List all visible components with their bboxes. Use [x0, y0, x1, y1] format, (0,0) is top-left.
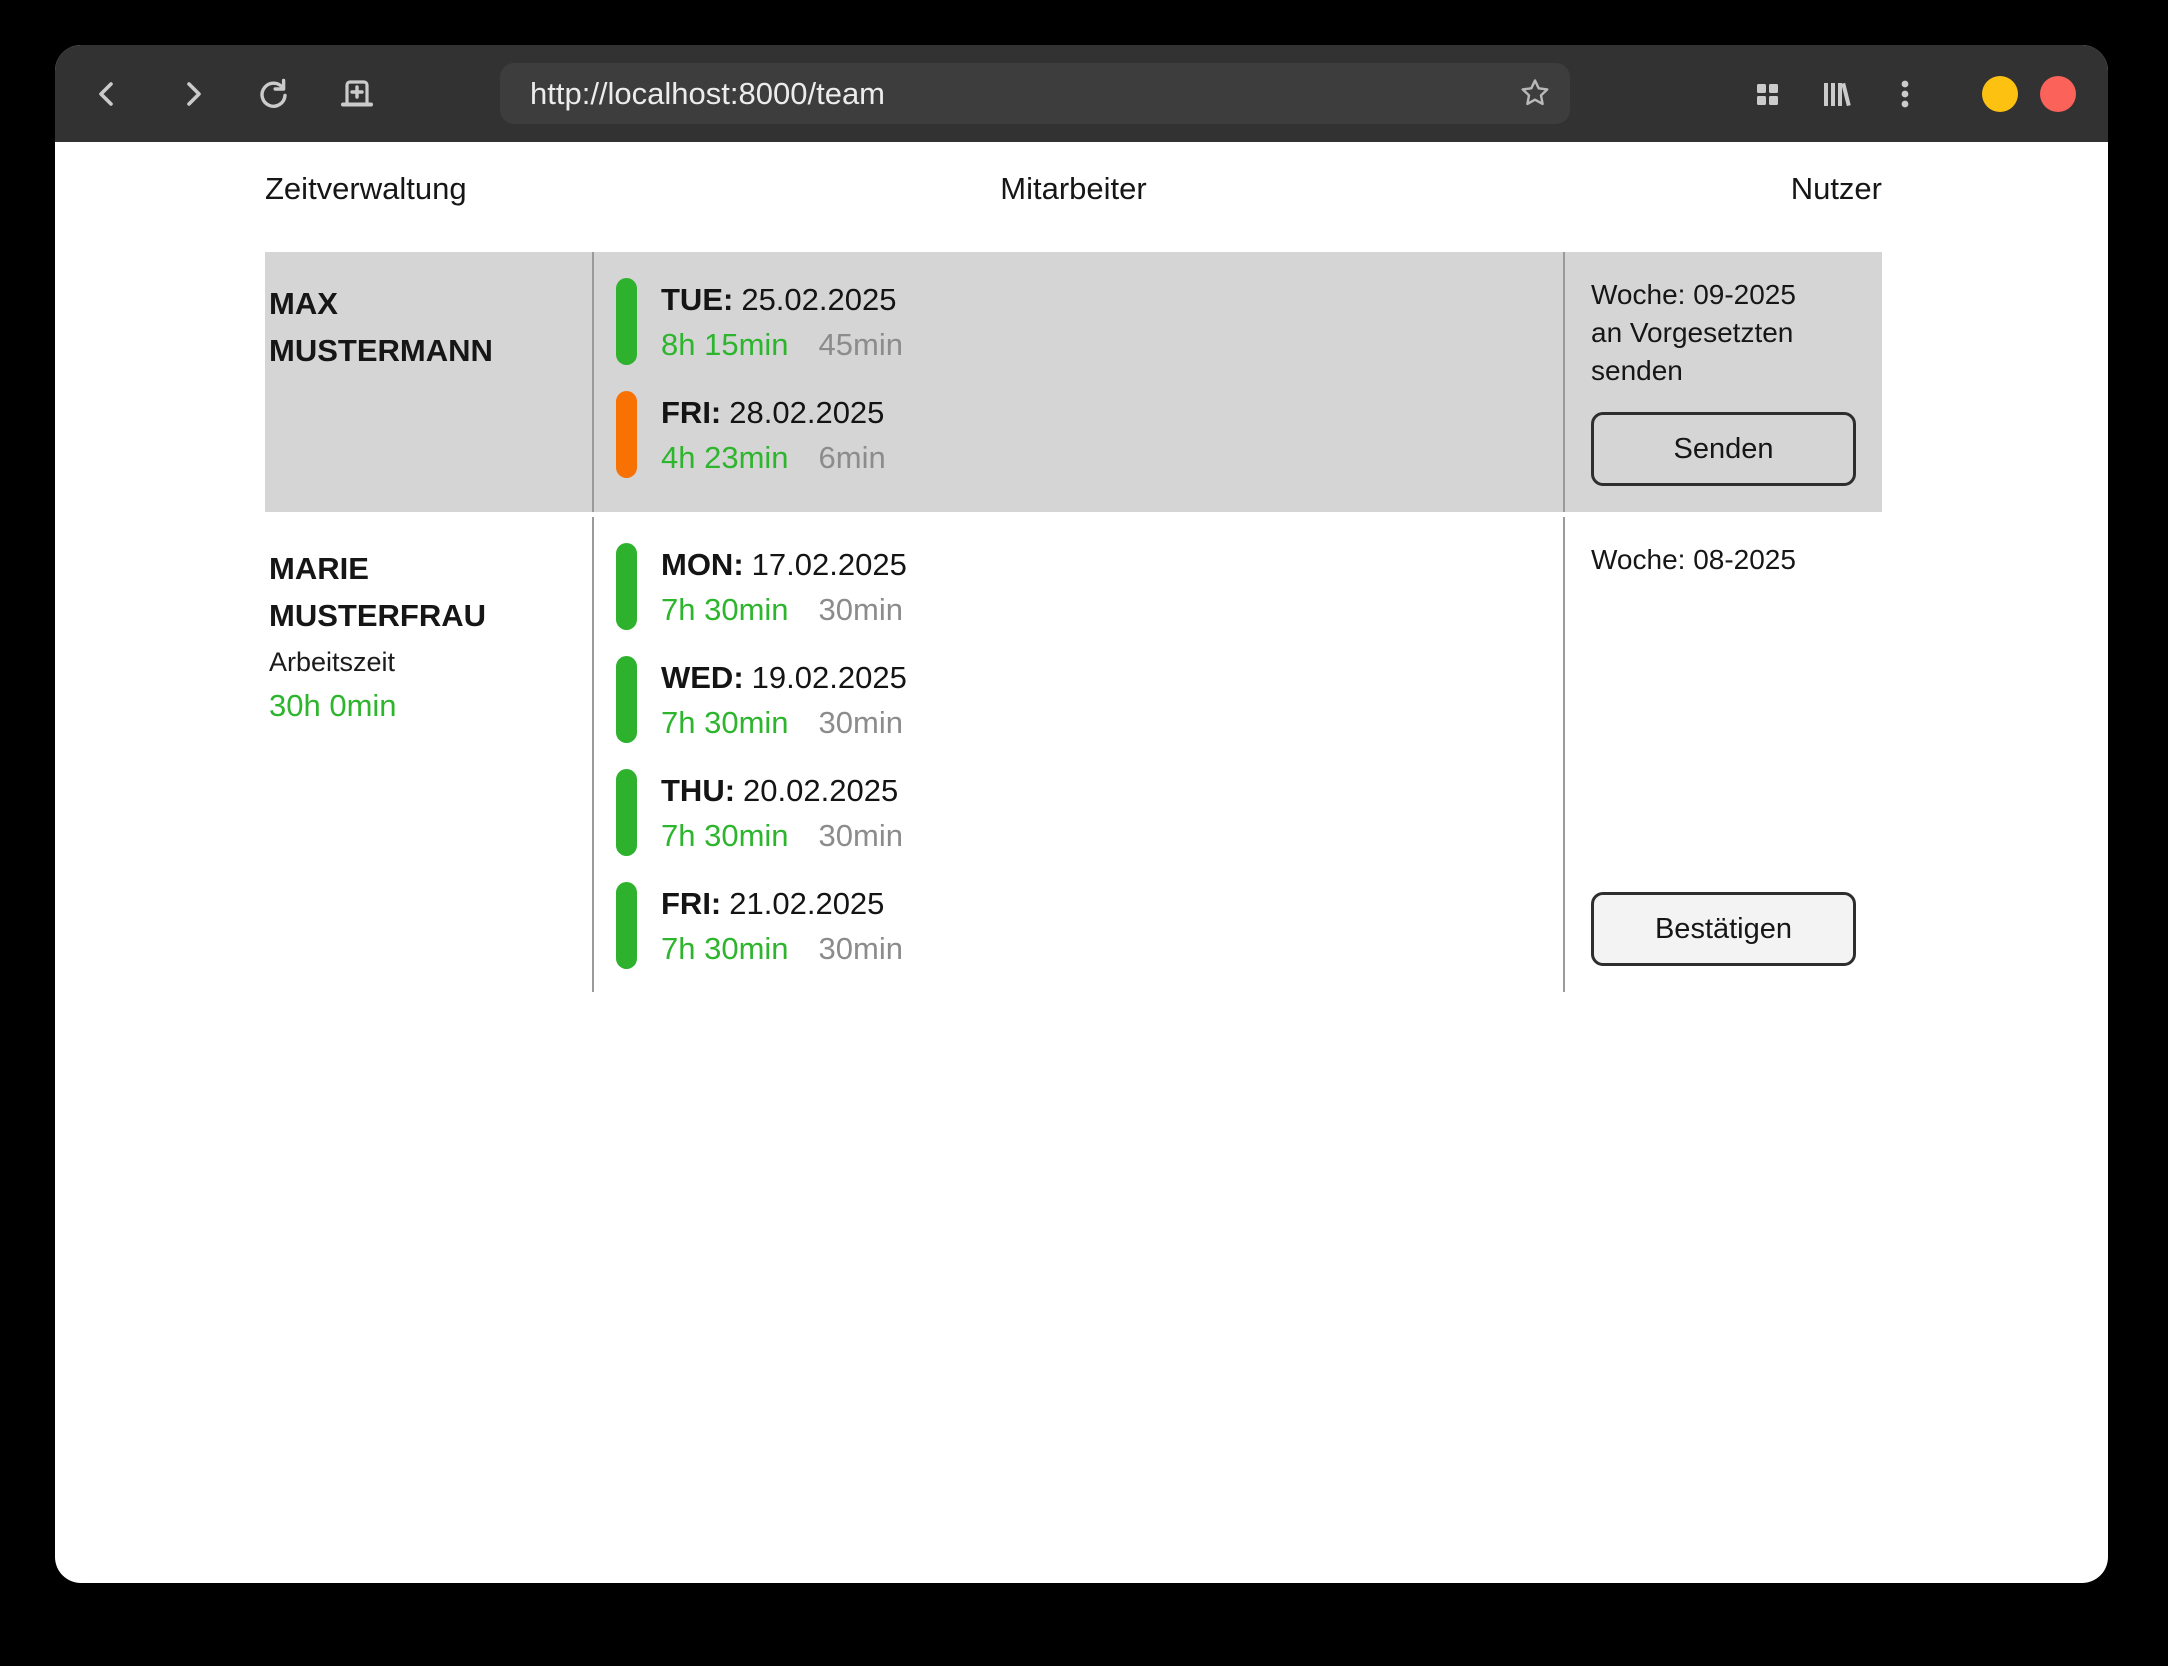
time-entries-cell: MON:17.02.2025 7h 30min 30min WED:19.02.2…: [592, 517, 1565, 992]
status-bar: [616, 882, 637, 969]
entry-worked-time: 7h 30min: [661, 592, 789, 627]
time-entry: THU:20.02.2025 7h 30min 30min: [616, 769, 1553, 856]
worktime-value: 30h 0min: [269, 688, 568, 724]
employee-name: MARIE MUSTERFRAU: [269, 545, 568, 639]
address-bar[interactable]: http://localhost:8000/team: [500, 63, 1570, 124]
entry-date: 28.02.2025: [729, 395, 884, 430]
status-bar: [616, 391, 637, 478]
entry-worked-time: 7h 30min: [661, 705, 789, 740]
new-tab-icon: [339, 76, 375, 112]
page-content: Zeitverwaltung Mitarbeiter Nutzer MAX MU…: [55, 142, 2108, 992]
entry-pause-time: 30min: [819, 705, 903, 740]
entry-date: 21.02.2025: [729, 886, 884, 921]
entry-date: 20.02.2025: [743, 773, 898, 808]
entry-worked-time: 7h 30min: [661, 818, 789, 853]
page-header: Zeitverwaltung Mitarbeiter Nutzer: [265, 170, 1882, 207]
entry-pause-time: 6min: [819, 440, 886, 475]
senden-button[interactable]: Senden: [1591, 412, 1856, 486]
entry-day: FRI:: [661, 395, 721, 430]
entry-date: 19.02.2025: [752, 660, 907, 695]
employee-name-cell: MAX MUSTERMANN: [265, 252, 592, 512]
entry-pause-time: 30min: [819, 931, 903, 966]
week-action-cell: Woche: 08-2025 Bestätigen: [1565, 517, 1882, 992]
tab-overview-button[interactable]: [1747, 74, 1787, 114]
entry-day: TUE:: [661, 282, 733, 317]
time-entry: MON:17.02.2025 7h 30min 30min: [616, 543, 1553, 630]
status-bar: [616, 769, 637, 856]
time-entry: TUE:25.02.2025 8h 15min 45min: [616, 278, 1553, 365]
window-close-button[interactable]: [2040, 76, 2076, 112]
employee-name: MAX MUSTERMANN: [269, 280, 568, 374]
entry-pause-time: 45min: [819, 327, 903, 362]
employee-name-cell: MARIE MUSTERFRAU Arbeitszeit 30h 0min: [265, 517, 592, 992]
status-bar: [616, 656, 637, 743]
week-note: an Vorgesetzten senden: [1591, 314, 1856, 390]
bookmark-button[interactable]: [1518, 76, 1554, 112]
time-entry: WED:19.02.2025 7h 30min 30min: [616, 656, 1553, 743]
entry-date: 25.02.2025: [741, 282, 896, 317]
status-bar: [616, 543, 637, 630]
page-title: Mitarbeiter: [1000, 170, 1146, 207]
user-link[interactable]: Nutzer: [1791, 170, 1882, 207]
entry-worked-time: 8h 15min: [661, 327, 789, 362]
entry-pause-time: 30min: [819, 592, 903, 627]
library-icon: [1819, 76, 1855, 112]
url-text: http://localhost:8000/team: [530, 76, 885, 112]
time-entry: FRI:28.02.2025 4h 23min 6min: [616, 391, 1553, 478]
grid-icon: [1749, 76, 1785, 112]
entry-day: MON:: [661, 547, 744, 582]
new-tab-button[interactable]: [337, 74, 377, 114]
chevron-right-icon: [175, 76, 211, 112]
library-button[interactable]: [1817, 74, 1857, 114]
entry-day: WED:: [661, 660, 744, 695]
window-minimize-button[interactable]: [1982, 76, 2018, 112]
entry-day: THU:: [661, 773, 735, 808]
reload-button[interactable]: [253, 74, 293, 114]
entry-worked-time: 7h 30min: [661, 931, 789, 966]
reload-icon: [255, 76, 291, 112]
browser-window: http://localhost:8000/team: [55, 45, 2108, 1583]
chevron-left-icon: [89, 76, 125, 112]
week-label: Woche: 09-2025: [1591, 276, 1856, 314]
kebab-menu-icon: [1887, 76, 1923, 112]
entry-pause-time: 30min: [819, 818, 903, 853]
week-label: Woche: 08-2025: [1591, 541, 1856, 579]
time-entry: FRI:21.02.2025 7h 30min 30min: [616, 882, 1553, 969]
entry-date: 17.02.2025: [752, 547, 907, 582]
employee-row: MAX MUSTERMANN TUE:25.02.2025 8h 15min 45…: [265, 252, 1882, 512]
entry-day: FRI:: [661, 886, 721, 921]
app-title-link[interactable]: Zeitverwaltung: [265, 170, 467, 207]
employee-row: MARIE MUSTERFRAU Arbeitszeit 30h 0min MO…: [265, 517, 1882, 992]
menu-button[interactable]: [1885, 74, 1925, 114]
entry-worked-time: 4h 23min: [661, 440, 789, 475]
bestaetigen-button[interactable]: Bestätigen: [1591, 892, 1856, 966]
browser-toolbar: http://localhost:8000/team: [55, 45, 2108, 142]
week-action-cell: Woche: 09-2025 an Vorgesetzten senden Se…: [1565, 252, 1882, 512]
worktime-label: Arbeitszeit: [269, 647, 568, 678]
back-button[interactable]: [87, 74, 127, 114]
time-entries-cell: TUE:25.02.2025 8h 15min 45min FRI:28.02.2…: [592, 252, 1565, 512]
forward-button[interactable]: [173, 74, 213, 114]
status-bar: [616, 278, 637, 365]
